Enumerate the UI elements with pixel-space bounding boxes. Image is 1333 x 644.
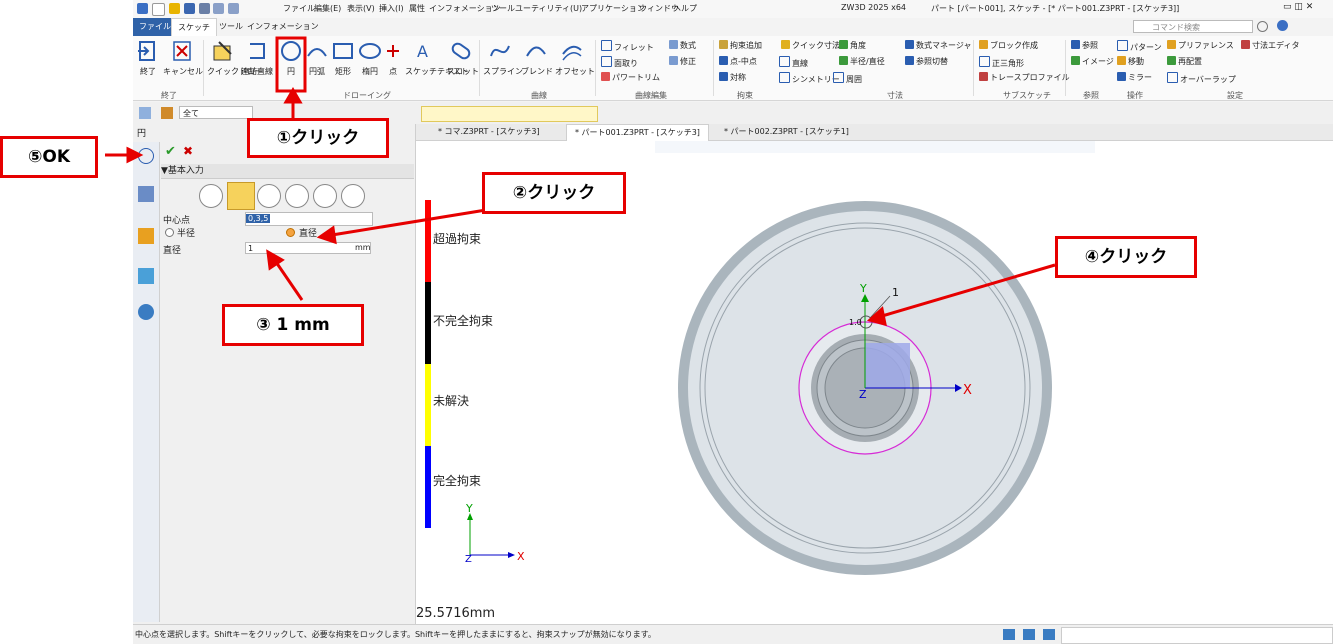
arrow-3-line: [274, 261, 304, 301]
z-axis-label: Z: [859, 388, 867, 401]
callout-step-1: ①クリック: [247, 118, 389, 158]
triad-z-label: Z: [465, 554, 472, 565]
x-axis-label: X: [963, 383, 972, 398]
sketch-plane: [865, 343, 910, 388]
legend-over-constrained: 超過拘束: [433, 232, 482, 246]
view-toolbar[interactable]: [655, 141, 1095, 153]
legend-bar-red: [425, 200, 431, 282]
measurement-readout: 25.5716mm: [416, 606, 496, 621]
circle-button-highlight: [275, 36, 307, 93]
legend-unsolved: 未解決: [433, 394, 470, 408]
legend-bar-blue: [425, 446, 431, 528]
legend-under-constrained: 不完全拘束: [433, 314, 494, 328]
dimension-label: 1: [892, 286, 899, 299]
y-axis-label: Y: [859, 282, 867, 295]
arrow-2-head: [316, 225, 337, 245]
callout-step-5: ⑤OK: [0, 136, 98, 178]
triad-x-arrow: [508, 552, 515, 558]
callout-step-2: ②クリック: [482, 172, 626, 214]
dimension-value: 1.0: [849, 318, 862, 327]
legend-fully-constrained: 完全拘束: [433, 474, 482, 488]
callout-step-4: ④クリック: [1055, 236, 1197, 278]
callout-step-3: ③ 1 mm: [222, 304, 364, 346]
triad-y-label: Y: [465, 502, 473, 515]
sketch-canvas[interactable]: X Y Z 1 1.0 Y X Z: [0, 0, 1333, 644]
triad-x-label: X: [517, 550, 525, 563]
arrow-5-head: [126, 146, 144, 164]
legend-bar-black: [425, 282, 431, 364]
legend-bar-yellow: [425, 364, 431, 446]
